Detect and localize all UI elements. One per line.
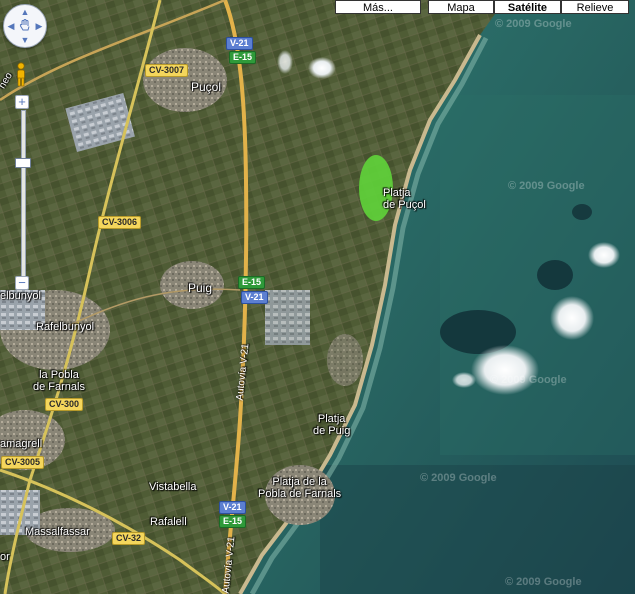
road-shield-cv3006: CV-3006 xyxy=(98,216,142,229)
place-label-platja-pucol: Platja de Puçol xyxy=(383,187,426,211)
pan-down-button[interactable]: ▼ xyxy=(20,35,30,45)
cloud xyxy=(277,50,293,74)
watermark: © 2009 Google xyxy=(495,18,572,30)
road-shield-e15: E-15 xyxy=(219,515,247,528)
place-label-emagrell: amagrell xyxy=(0,438,43,450)
road-shield-cv32: CV-32 xyxy=(112,532,146,545)
zoom-in-button[interactable]: + xyxy=(15,95,29,109)
place-label-platja-pobla: Platja de la Pobla de Farnals xyxy=(258,476,342,500)
road-shield-v21: V-21 xyxy=(241,291,268,304)
street-view-pegman-icon[interactable] xyxy=(14,62,28,88)
zoom-slider-thumb[interactable] xyxy=(15,158,31,168)
map-type-more-button[interactable]: Más... xyxy=(335,0,421,14)
map-type-satellite-button[interactable]: Satélite xyxy=(494,0,561,14)
place-label-rafalell: Rafalell xyxy=(150,516,187,528)
watermark: © 2009 Google xyxy=(505,576,582,588)
cloud xyxy=(550,296,594,340)
road-shield-e15: E-15 xyxy=(238,276,266,289)
place-label-puig: Puig xyxy=(188,281,213,295)
watermark: © 2009 Google xyxy=(420,472,497,484)
map-type-terrain-button[interactable]: Relieve xyxy=(561,0,629,14)
industrial-area xyxy=(265,290,310,345)
place-label-elbunyol: elbunyol xyxy=(0,290,41,302)
place-label-rafelbunyol: Rafelbunyol xyxy=(36,321,95,333)
cloud-shadow xyxy=(572,204,592,220)
pan-control[interactable]: ▲ ▼ ◀ ▶ xyxy=(3,4,47,48)
road-shield-e15: E-15 xyxy=(229,51,257,64)
map-type-map-button[interactable]: Mapa xyxy=(428,0,494,14)
zoom-out-button[interactable]: − xyxy=(15,276,29,290)
pan-left-button[interactable]: ◀ xyxy=(6,21,16,31)
satellite-map[interactable] xyxy=(0,0,635,594)
road-shield-cv300: CV-300 xyxy=(45,398,84,411)
watermark: © 2009 Google xyxy=(508,180,585,192)
cloud-shadow xyxy=(537,260,573,290)
pan-up-button[interactable]: ▲ xyxy=(20,7,30,17)
road-shield-v21: V-21 xyxy=(226,37,253,50)
sea-tile-shade xyxy=(320,465,635,594)
place-label-vistabella: Vistabella xyxy=(149,481,197,493)
hand-icon xyxy=(19,19,30,31)
road-shield-cv3007: CV-3007 xyxy=(145,64,189,77)
zoom-slider-track[interactable] xyxy=(21,110,26,278)
road-shield-v21: V-21 xyxy=(219,501,246,514)
road-shield-cv3005: CV-3005 xyxy=(1,456,45,469)
place-label-pobla-farnals: la Pobla de Farnals xyxy=(33,369,85,393)
urban-platja-puig xyxy=(327,334,363,386)
watermark: © 2009 Google xyxy=(490,374,567,386)
pan-right-button[interactable]: ▶ xyxy=(34,21,44,31)
place-label-pucol: Puçol xyxy=(191,80,222,94)
cloud xyxy=(471,345,539,395)
cloud xyxy=(452,372,476,388)
place-label-platja-puig: Platja de Puig xyxy=(313,413,351,437)
place-label-massalfassar: Massalfassar xyxy=(25,526,90,538)
cloud xyxy=(588,242,620,268)
cloud xyxy=(308,57,336,79)
place-label-or: or xyxy=(0,551,10,563)
